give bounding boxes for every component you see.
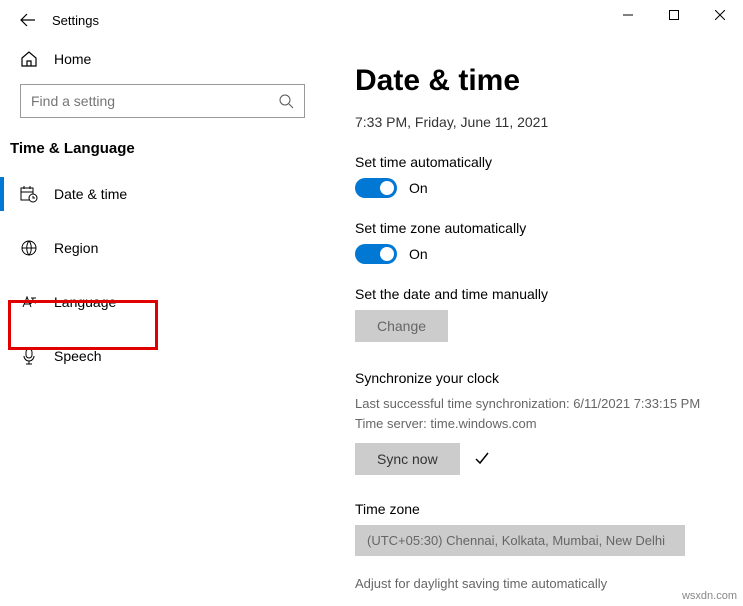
sync-now-button[interactable]: Sync now	[355, 443, 460, 475]
nav-region[interactable]: Region	[0, 227, 325, 269]
auto-tz-label: Set time zone automatically	[355, 220, 713, 236]
close-button[interactable]	[697, 0, 743, 30]
nav-language[interactable]: Language	[0, 281, 325, 323]
content-pane: Date & time 7:33 PM, Friday, June 11, 20…	[325, 40, 743, 606]
microphone-icon	[20, 347, 38, 365]
maximize-icon	[669, 10, 679, 20]
tz-heading: Time zone	[355, 501, 713, 517]
search-box[interactable]	[20, 84, 305, 118]
nav-label: Speech	[54, 348, 101, 364]
category-heading: Time & Language	[0, 136, 325, 173]
nav-label: Region	[54, 240, 98, 256]
home-label: Home	[54, 51, 91, 67]
calendar-clock-icon	[20, 185, 38, 203]
sync-heading: Synchronize your clock	[355, 370, 713, 386]
sync-server: Time server: time.windows.com	[355, 414, 713, 434]
page-title: Date & time	[355, 64, 713, 98]
window-controls	[605, 0, 743, 30]
auto-time-label: Set time automatically	[355, 154, 713, 170]
auto-time-toggle[interactable]	[355, 178, 397, 198]
timezone-dropdown: (UTC+05:30) Chennai, Kolkata, Mumbai, Ne…	[355, 525, 685, 556]
auto-tz-toggle[interactable]	[355, 244, 397, 264]
checkmark-icon	[474, 451, 490, 467]
search-icon	[278, 93, 294, 109]
nav-label: Date & time	[54, 186, 127, 202]
watermark: wsxdn.com	[682, 590, 737, 602]
auto-tz-state: On	[409, 246, 428, 262]
maximize-button[interactable]	[651, 0, 697, 30]
language-icon	[20, 293, 38, 311]
close-icon	[715, 10, 725, 20]
nav-date-time[interactable]: Date & time	[0, 173, 325, 215]
home-nav[interactable]: Home	[0, 40, 325, 78]
auto-time-state: On	[409, 180, 428, 196]
back-button[interactable]	[8, 0, 48, 40]
minimize-button[interactable]	[605, 0, 651, 30]
back-arrow-icon	[20, 12, 36, 28]
sidebar: Home Time & Language Date & time Region …	[0, 40, 325, 606]
nav-label: Language	[54, 294, 116, 310]
current-datetime: 7:33 PM, Friday, June 11, 2021	[355, 114, 713, 130]
manual-label: Set the date and time manually	[355, 286, 713, 302]
change-button: Change	[355, 310, 448, 342]
sync-last: Last successful time synchronization: 6/…	[355, 394, 713, 414]
home-icon	[20, 50, 38, 68]
dst-note: Adjust for daylight saving time automati…	[355, 576, 713, 591]
window-title: Settings	[52, 13, 99, 28]
globe-icon	[20, 239, 38, 257]
minimize-icon	[623, 10, 633, 20]
search-input[interactable]	[31, 93, 278, 109]
nav-speech[interactable]: Speech	[0, 335, 325, 377]
